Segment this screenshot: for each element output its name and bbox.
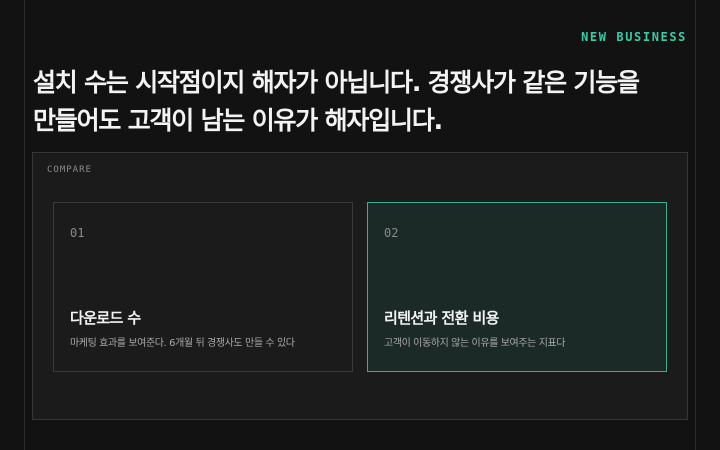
right-frame-line (695, 0, 696, 450)
headline-line-1: 설치 수는 시작점이지 해자가 아닙니다. 경쟁사가 같은 기능을 (33, 68, 640, 97)
left-frame-line (24, 0, 25, 450)
card-description: 마케팅 효과를 보여준다. 6개월 뒤 경쟁사도 만들 수 있다 (70, 338, 295, 349)
compare-panel: COMPARE 01 다운로드 수 마케팅 효과를 보여준다. 6개월 뒤 경쟁… (32, 152, 688, 420)
compare-card-retention: 02 리텐션과 전환 비용 고객이 이동하지 않는 이유를 보여주는 지표다 (367, 202, 667, 372)
eyebrow-label: NEW BUSINESS (581, 30, 687, 44)
card-number: 01 (70, 226, 85, 240)
headline-line-2: 만들어도 고객이 남는 이유가 해자입니다. (33, 106, 443, 135)
card-title: 다운로드 수 (70, 309, 141, 327)
card-description: 고객이 이동하지 않는 이유를 보여주는 지표다 (384, 338, 566, 349)
headline: 설치 수는 시작점이지 해자가 아닙니다. 경쟁사가 같은 기능을 만들어도 고… (33, 64, 693, 140)
compare-label: COMPARE (47, 165, 92, 175)
card-title: 리텐션과 전환 비용 (384, 309, 499, 327)
card-number: 02 (384, 226, 399, 240)
slide-page: NEW BUSINESS 설치 수는 시작점이지 해자가 아닙니다. 경쟁사가 … (0, 0, 720, 450)
compare-card-downloads: 01 다운로드 수 마케팅 효과를 보여준다. 6개월 뒤 경쟁사도 만들 수 … (53, 202, 353, 372)
